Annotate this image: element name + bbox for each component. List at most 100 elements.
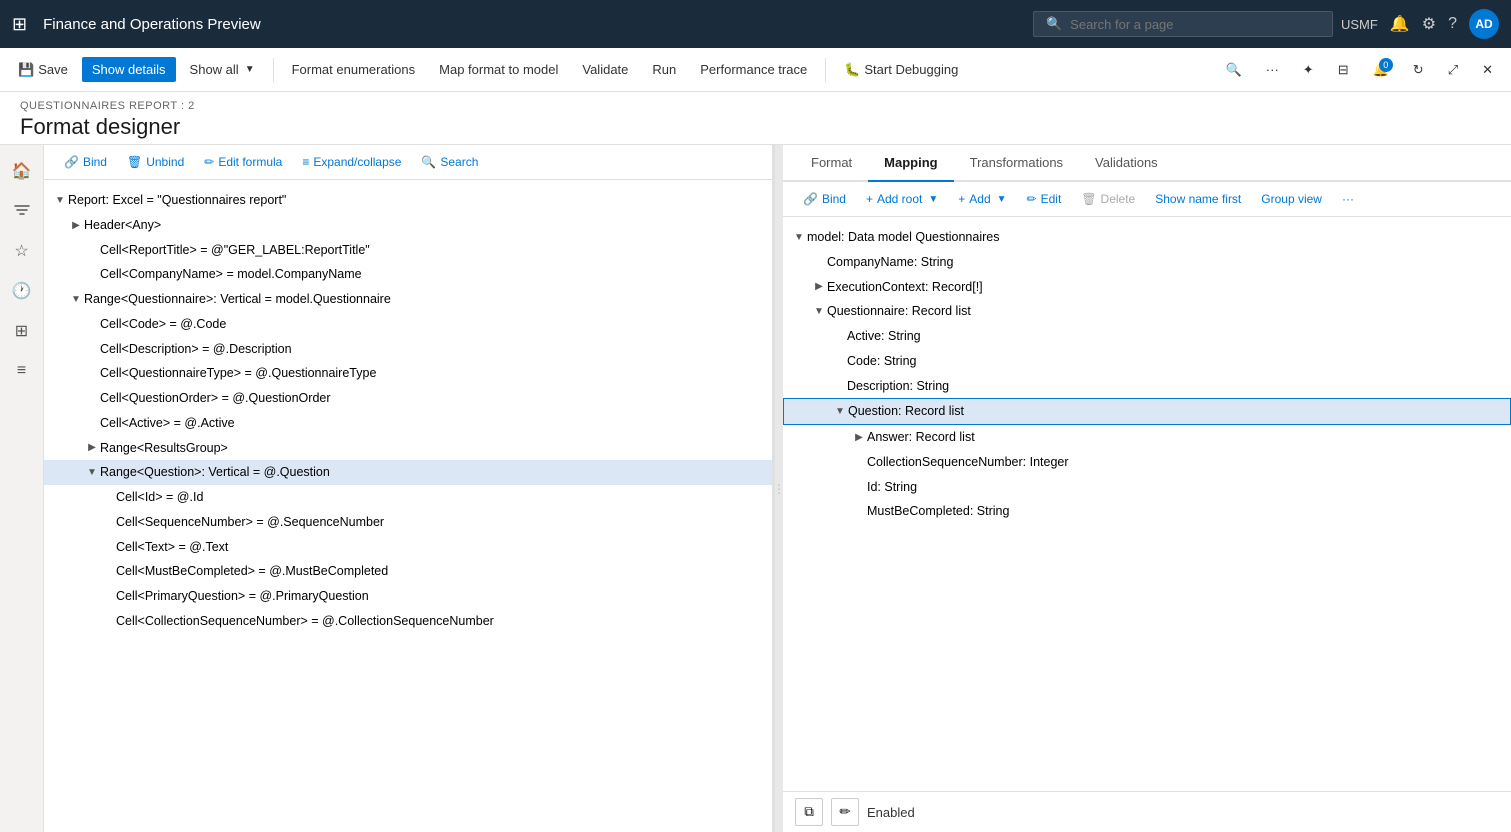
add-root-button[interactable]: + Add root ▼ [858, 188, 946, 210]
format-tree-item[interactable]: Cell<Code> = @.Code [44, 312, 772, 337]
format-tree-item[interactable]: Cell<QuestionnaireType> = @.Questionnair… [44, 361, 772, 386]
start-debugging-button[interactable]: 🐛 Start Debugging [834, 57, 968, 83]
edit-status-button[interactable]: ✏ [831, 798, 859, 826]
format-tree-item[interactable]: Cell<Active> = @.Active [44, 411, 772, 436]
show-name-first-button[interactable]: Show name first [1147, 188, 1249, 210]
tree-toggle[interactable]: ▶ [84, 440, 100, 455]
separator-1 [273, 58, 274, 82]
edit-formula-button[interactable]: ✏ Edit formula [196, 151, 290, 173]
refresh-button[interactable]: ↻ [1403, 57, 1434, 83]
right-bind-button[interactable]: 🔗 Bind [795, 188, 854, 210]
global-search[interactable]: 🔍 [1033, 11, 1333, 37]
model-toggle[interactable]: ▶ [851, 430, 867, 445]
unbind-button[interactable]: 🗑 Unbind [119, 151, 192, 173]
model-item-label: ExecutionContext: Record[!] [827, 278, 983, 297]
tree-toggle[interactable]: ▼ [68, 292, 84, 307]
performance-trace-button[interactable]: Performance trace [690, 57, 817, 82]
tab-format[interactable]: Format [795, 145, 868, 182]
tree-item-label: Cell<PrimaryQuestion> = @.PrimaryQuestio… [116, 587, 369, 606]
model-toggle[interactable]: ▶ [811, 279, 827, 294]
model-tree-item[interactable]: Code: String [783, 349, 1511, 374]
model-tree-item[interactable]: ▶ExecutionContext: Record[!] [783, 275, 1511, 300]
format-tree-item[interactable]: ▼Range<Question>: Vertical = @.Question [44, 460, 772, 485]
expand-window-button[interactable]: ⤢ [1438, 57, 1468, 83]
model-tree-item[interactable]: Active: String [783, 324, 1511, 349]
expand-collapse-button[interactable]: ≡ Expand/collapse [294, 151, 409, 173]
format-tree-item[interactable]: ▶Range<ResultsGroup> [44, 436, 772, 461]
nav-filter-icon[interactable] [4, 193, 40, 229]
nav-home-icon[interactable]: 🏠 [4, 153, 40, 189]
more-button[interactable]: ··· [1256, 57, 1289, 82]
model-toggle[interactable]: ▼ [811, 304, 827, 319]
format-tree-item[interactable]: Cell<CollectionSequenceNumber> = @.Colle… [44, 609, 772, 634]
nav-clock-icon[interactable]: 🕐 [4, 273, 40, 309]
right-delete-button[interactable]: 🗑 Delete [1073, 188, 1143, 210]
bind-icon: 🔗 [64, 155, 79, 169]
format-tree-item[interactable]: ▼Report: Excel = "Questionnaires report" [44, 188, 772, 213]
group-view-button[interactable]: Group view [1253, 188, 1330, 210]
tree-toggle[interactable]: ▼ [52, 193, 68, 208]
right-more-button[interactable]: ··· [1334, 188, 1362, 210]
model-toggle[interactable]: ▼ [832, 404, 848, 419]
format-tree-item[interactable]: Cell<Text> = @.Text [44, 535, 772, 560]
tree-toggle[interactable]: ▶ [68, 218, 84, 233]
nav-list-icon[interactable]: ≡ [4, 353, 40, 389]
map-format-to-model-button[interactable]: Map format to model [429, 57, 568, 82]
format-enumerations-button[interactable]: Format enumerations [282, 57, 426, 82]
user-avatar[interactable]: AD [1469, 9, 1499, 39]
show-details-button[interactable]: Show details [82, 57, 176, 82]
add-button[interactable]: + Add ▼ [950, 188, 1014, 210]
save-button[interactable]: 💾 Save [8, 57, 78, 83]
nav-grid-icon[interactable]: ⊞ [4, 313, 40, 349]
model-tree-item[interactable]: ▼model: Data model Questionnaires [783, 225, 1511, 250]
tab-validations[interactable]: Validations [1079, 145, 1174, 182]
model-tree-item[interactable]: Description: String [783, 374, 1511, 399]
global-search-input[interactable] [1070, 17, 1320, 32]
search-toolbar-button[interactable]: 🔍 [1216, 57, 1252, 83]
model-tree-item[interactable]: ▼Question: Record list [783, 398, 1511, 425]
format-tree-item[interactable]: Cell<ReportTitle> = @"GER_LABEL:ReportTi… [44, 238, 772, 263]
show-all-button[interactable]: Show all ▼ [180, 57, 265, 82]
notification-icon[interactable]: 🔔 [1390, 14, 1410, 34]
settings-icon[interactable]: ⚙ [1422, 14, 1436, 34]
format-tree-item[interactable]: Cell<PrimaryQuestion> = @.PrimaryQuestio… [44, 584, 772, 609]
right-delete-icon: 🗑 [1081, 192, 1096, 206]
model-toggle[interactable]: ▼ [791, 230, 807, 245]
badge-button[interactable]: 🔔 0 [1363, 57, 1399, 83]
layout-button[interactable]: ✦ [1293, 57, 1324, 83]
format-tree-item[interactable]: ▶Header<Any> [44, 213, 772, 238]
validate-button[interactable]: Validate [572, 57, 638, 82]
tree-item-label: Range<ResultsGroup> [100, 439, 228, 458]
format-tree-item[interactable]: Cell<MustBeCompleted> = @.MustBeComplete… [44, 559, 772, 584]
split-button[interactable]: ⊟ [1328, 57, 1359, 83]
close-button[interactable]: ✕ [1472, 57, 1503, 83]
vertical-splitter[interactable]: ⋮ [775, 145, 783, 832]
tab-transformations[interactable]: Transformations [954, 145, 1079, 182]
format-tree-item[interactable]: Cell<Id> = @.Id [44, 485, 772, 510]
model-tree-item[interactable]: ▼Questionnaire: Record list [783, 299, 1511, 324]
format-tree-item[interactable]: Cell<SequenceNumber> = @.SequenceNumber [44, 510, 772, 535]
model-tree-item[interactable]: ▶Answer: Record list [783, 425, 1511, 450]
tree-toggle[interactable]: ▼ [84, 465, 100, 480]
nav-star-icon[interactable]: ☆ [4, 233, 40, 269]
tab-mapping[interactable]: Mapping [868, 145, 953, 182]
grid-icon[interactable]: ⊞ [12, 14, 27, 35]
debug-icon: 🐛 [844, 62, 860, 78]
format-tree-item[interactable]: Cell<Description> = @.Description [44, 337, 772, 362]
format-tree-item[interactable]: ▼Range<Questionnaire>: Vertical = model.… [44, 287, 772, 312]
right-edit-button[interactable]: ✏ Edit [1019, 188, 1070, 210]
topbar: ⊞ Finance and Operations Preview 🔍 USMF … [0, 0, 1511, 48]
format-tree-item[interactable]: Cell<QuestionOrder> = @.QuestionOrder [44, 386, 772, 411]
format-search-button[interactable]: 🔍 Search [413, 151, 486, 173]
bind-button[interactable]: 🔗 Bind [56, 151, 115, 173]
model-tree-item[interactable]: CollectionSequenceNumber: Integer [783, 450, 1511, 475]
run-button[interactable]: Run [642, 57, 686, 82]
copy-status-button[interactable]: ⧉ [795, 798, 823, 826]
model-tree-item[interactable]: CompanyName: String [783, 250, 1511, 275]
model-tree-item[interactable]: Id: String [783, 475, 1511, 500]
add-dropdown-arrow: ▼ [997, 194, 1007, 205]
help-icon[interactable]: ? [1448, 15, 1457, 33]
model-tree-item[interactable]: MustBeCompleted: String [783, 499, 1511, 524]
right-panel: Format Mapping Transformations Validatio… [783, 145, 1511, 832]
format-tree-item[interactable]: Cell<CompanyName> = model.CompanyName [44, 262, 772, 287]
